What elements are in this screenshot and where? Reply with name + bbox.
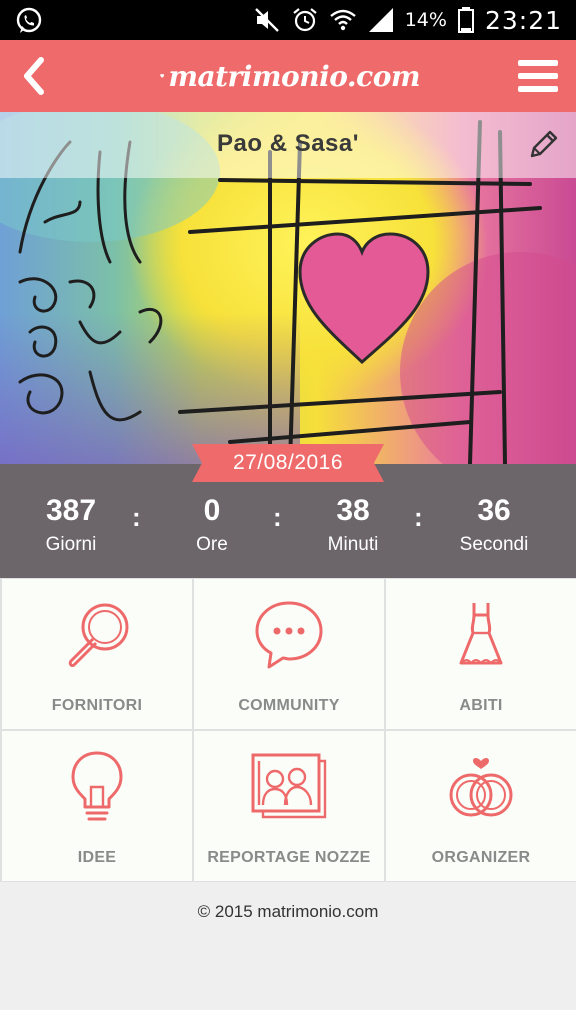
tile-label: ABITI [459, 697, 503, 714]
whatsapp-icon [16, 7, 42, 33]
countdown-hours: 0 Ore [142, 494, 282, 556]
chat-bubble-icon [255, 601, 323, 669]
edit-button[interactable] [526, 126, 562, 162]
tile-fornitori[interactable]: FORNITORI [2, 579, 192, 729]
copyright-text: © 2015 matrimonio.com [197, 902, 379, 921]
tile-organizer[interactable]: ORGANIZER [386, 731, 576, 881]
tile-community[interactable]: COMMUNITY [194, 579, 384, 729]
tile-reportage-nozze[interactable]: REPORTAGE NOZZE [194, 731, 384, 881]
tile-label: FORNITORI [51, 697, 143, 714]
battery-percent: 14% [404, 9, 447, 31]
photo-album-icon [251, 753, 327, 819]
couple-name-bar: Pao & Sasa' [0, 112, 576, 178]
status-bar: 14% 23:21 [0, 0, 576, 40]
countdown-minutes: 38 Minuti [283, 494, 423, 556]
app-header: matrimonio.com [0, 40, 576, 112]
feature-grid: FORNITORI COMMUNITY ABITI IDEE REPORTAGE… [0, 578, 576, 882]
countdown-separator: : [273, 502, 282, 532]
countdown-days-label: Giorni [45, 534, 97, 555]
countdown-minutes-label: Minuti [327, 534, 379, 555]
clock: 23:21 [484, 5, 562, 35]
wifi-icon [329, 9, 356, 31]
tile-idee[interactable]: IDEE [2, 731, 192, 881]
cover-image: Pao & Sasa' [0, 112, 576, 464]
tile-label: COMMUNITY [238, 697, 340, 714]
signal-icon [368, 8, 393, 32]
menu-button[interactable] [514, 52, 562, 100]
dress-icon [459, 603, 503, 665]
tile-label: IDEE [77, 849, 117, 866]
lightbulb-icon [71, 751, 123, 821]
chevron-left-icon [24, 57, 44, 95]
magnifier-icon [68, 603, 129, 667]
countdown-minutes-value: 38 [336, 494, 370, 527]
wedding-date: 27/08/2016 [232, 451, 344, 474]
footer: © 2015 matrimonio.com [0, 882, 576, 1012]
bottom-strip [0, 1010, 576, 1024]
rings-icon [449, 758, 513, 817]
countdown-separator: : [414, 502, 423, 532]
countdown-seconds-label: Secondi [459, 534, 529, 555]
countdown-days: 387 Giorni [1, 494, 141, 556]
couple-name: Pao & Sasa' [217, 130, 359, 157]
back-button[interactable] [10, 52, 58, 100]
pencil-icon [530, 130, 558, 158]
alarm-icon [293, 8, 317, 32]
countdown-seconds: 36 Secondi [424, 494, 564, 556]
battery-icon [457, 7, 474, 33]
tile-abiti[interactable]: ABITI [386, 579, 576, 729]
countdown-hours-value: 0 [203, 494, 221, 527]
countdown-days-value: 387 [45, 494, 97, 527]
countdown-seconds-value: 36 [477, 494, 511, 527]
logo-text: matrimonio.com [168, 59, 420, 93]
countdown-separator: : [132, 502, 141, 532]
tile-label: REPORTAGE NOZZE [207, 849, 371, 866]
mute-icon [254, 8, 279, 32]
matrimonio-logo[interactable]: matrimonio.com [160, 48, 420, 104]
wedding-date-ribbon: 27/08/2016 [192, 444, 384, 482]
hamburger-menu-icon [518, 60, 558, 92]
tile-label: ORGANIZER [431, 849, 531, 866]
countdown-hours-label: Ore [196, 534, 228, 555]
heart-logo-icon [160, 74, 165, 78]
